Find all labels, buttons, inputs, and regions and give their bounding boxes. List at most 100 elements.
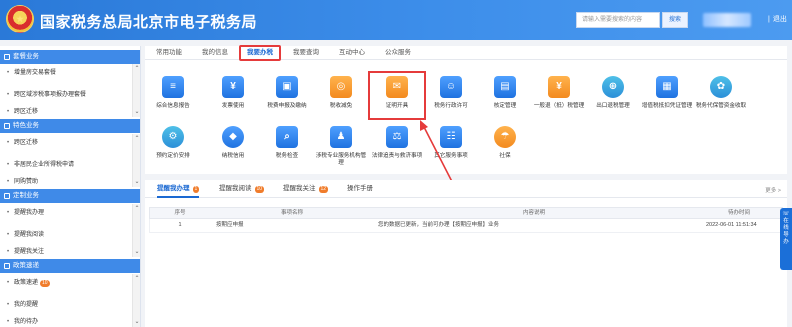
person-badge-icon: ☺ (440, 76, 462, 98)
tab-interaction[interactable]: 互动中心 (334, 46, 370, 60)
app-other-services[interactable]: ☷ 其它服务事项 (425, 126, 477, 160)
search-input[interactable]: 请输入需要搜索的内容 (576, 12, 660, 28)
panel-tabs: 提醒我办理 1 提醒我阅读 10 提醒我关注 12 操作手册 更多 > (145, 180, 787, 198)
app-label: 涉税专业服务机构管理 (315, 153, 367, 166)
app-assessment-management[interactable]: ▤ 核定管理 (479, 76, 531, 110)
scrollbar[interactable]: ⌃ ⌄ (132, 274, 140, 327)
app-label: 一般退（抵）税管理 (533, 103, 585, 109)
app-comprehensive-report[interactable]: ≡ 综合信息报告 (147, 76, 199, 110)
sidebar-section-package[interactable]: 套餐业务 (0, 50, 140, 64)
online-guide-button[interactable]: ☏ 在线导办 (780, 208, 792, 270)
app-tax-reduction[interactable]: ◎ 税收减免 (315, 76, 367, 110)
sidebar-item[interactable]: 我的待办 (0, 317, 132, 327)
app-fund-custody[interactable]: ✿ 税务代保管资金收取 (695, 76, 747, 110)
sidebar-section-custom[interactable]: 定制业务 (0, 189, 140, 203)
app-label: 税费申报及缴纳 (267, 103, 307, 109)
scrollbar[interactable]: ⌃ ⌄ (132, 64, 140, 117)
app-label: 税收减免 (329, 103, 353, 109)
column-header: 序号 (174, 210, 186, 216)
section-title: 套餐业务 (13, 53, 39, 60)
tab-label: 提醒我关注 (283, 185, 316, 192)
invoice-icon: ¥ (222, 76, 244, 98)
user-name-blurred (703, 13, 751, 27)
sidebar-item[interactable]: 跨区迁移 (0, 134, 132, 152)
document-list-icon: ≡ (162, 76, 184, 98)
tab-my-info[interactable]: 我的信息 (197, 46, 233, 60)
clipboard-icon: ▤ (494, 76, 516, 98)
sidebar: 套餐业务 增量房交易套餐 跨区域涉税事项报办理套餐 跨区迁移 ⌃⌄ 特色业务 跨… (0, 46, 141, 327)
section-title: 特色业务 (13, 122, 39, 129)
app-tax-credit[interactable]: ◆ 纳税信用 (207, 126, 259, 160)
tab-remind-read[interactable]: 提醒我阅读 10 (219, 184, 265, 194)
table-row[interactable]: 1 按期应申报 您的数据已更新，当前可办理【按期应申报】业务 2022-06-0… (149, 219, 783, 233)
app-social-security[interactable]: ☂ 社保 (479, 126, 531, 160)
search-button[interactable]: 搜索 (662, 12, 688, 28)
gavel-icon: ⚖ (386, 126, 408, 148)
app-vat-deduction[interactable]: ▦ 增值税抵扣凭证管理 (641, 76, 693, 110)
app-tax-inspection[interactable]: ⌕ 税务检查 (261, 126, 313, 160)
diamond-icon: ◆ (222, 126, 244, 148)
column-header: 事项名称 (280, 210, 303, 216)
sidebar-item[interactable]: 非居民企业所得税申请 (0, 156, 132, 174)
sidebar-item[interactable]: 跨区域涉税事项报办理套餐 (0, 86, 132, 104)
tax-reduction-icon: ◎ (330, 76, 352, 98)
app-invoice[interactable]: ¥ 发票使用 (207, 76, 259, 110)
app-professional-service[interactable]: ♟ 涉税专业服务机构管理 (315, 126, 367, 167)
scrollbar[interactable]: ⌃ ⌄ (132, 204, 140, 257)
app-label: 社保 (499, 153, 511, 159)
app-label: 法律追责与救济事项 (371, 153, 423, 159)
tab-manual[interactable]: 操作手册 (347, 184, 373, 194)
row-description: 您的数据已更新，当前可办理【按期应申报】业务 (378, 222, 500, 228)
sidebar-item[interactable]: 提醒我阅读 (0, 226, 132, 244)
other-service-icon: ☷ (440, 126, 462, 148)
sidebar-item[interactable]: 政策速递10 (0, 274, 132, 292)
sidebar-item[interactable]: 增量房交易套餐 (0, 64, 132, 82)
reminder-panel: 提醒我办理 1 提醒我阅读 10 提醒我关注 12 操作手册 更多 > 序号 事项名称… (145, 180, 787, 327)
app-tax-declaration[interactable]: ▣ 税费申报及缴纳 (261, 76, 313, 110)
sidebar-item[interactable]: 我的提醒 (0, 296, 132, 314)
tab-remind-handle[interactable]: 提醒我办理 1 (157, 184, 200, 198)
user-icon (4, 193, 10, 199)
tab-tax-handling[interactable]: 我要办税 (239, 45, 281, 61)
app-label: 税务检查 (275, 153, 299, 159)
row-item-name[interactable]: 按期应申报 (216, 219, 244, 232)
app-certificate-issuance[interactable]: ✉ 证明开具 (368, 71, 426, 120)
tab-common[interactable]: 常用功能 (151, 46, 187, 60)
more-link[interactable]: 更多 > (765, 186, 781, 194)
app-tax-refund[interactable]: ¥ 一般退（抵）税管理 (533, 76, 585, 110)
app-admin-license[interactable]: ☺ 税务行政许可 (425, 76, 477, 110)
app-pricing-arrangement[interactable]: ⚙ 预约定价安排 (147, 126, 199, 160)
row-time: 2022-06-01 11:51:34 (706, 222, 757, 228)
sidebar-section-policy[interactable]: 政策速递 (0, 259, 140, 273)
logout-button[interactable]: 退出 (768, 13, 787, 27)
app-legal-remedy[interactable]: ⚖ 法律追责与救济事项 (371, 126, 423, 160)
row-number: 1 (178, 222, 182, 228)
count-badge: 1 (192, 186, 200, 193)
gear-check-icon: ⚙ (162, 126, 184, 148)
column-header: 内容说明 (522, 210, 545, 216)
tab-query[interactable]: 我要查询 (288, 46, 324, 60)
grid-icon (4, 123, 10, 129)
count-badge: 10 (254, 186, 265, 193)
scrollbar[interactable]: ⌃ ⌄ (132, 134, 140, 187)
app-label: 综合信息报告 (156, 103, 190, 109)
app-export-refund[interactable]: ⊕ 出口退税管理 (587, 76, 639, 110)
sidebar-item[interactable]: 跨区迁移 (0, 107, 132, 117)
app-label: 出口退税管理 (596, 103, 630, 109)
app-label: 发票使用 (221, 103, 245, 109)
headset-icon: ☏ (782, 211, 790, 217)
social-security-icon: ☂ (494, 126, 516, 148)
sidebar-item[interactable]: 同购赞助 (0, 177, 132, 187)
refund-icon: ¥ (548, 76, 570, 98)
app-label: 其它服务事项 (434, 153, 468, 159)
sidebar-item-label: 政策速递 (14, 280, 39, 286)
app-label: 增值税抵扣凭证管理 (641, 103, 693, 109)
sidebar-section-special[interactable]: 特色业务 (0, 119, 140, 133)
tab-public-service[interactable]: 公众服务 (380, 46, 416, 60)
app-label: 纳税信用 (221, 153, 245, 159)
sidebar-item[interactable]: 提醒我关注 (0, 247, 132, 257)
tab-remind-follow[interactable]: 提醒我关注 12 (283, 184, 329, 194)
sidebar-item[interactable]: 提醒我办理 (0, 204, 132, 222)
site-title: 国家税务总局北京市电子税务局 (40, 14, 258, 31)
column-header: 待办时间 (727, 210, 750, 216)
